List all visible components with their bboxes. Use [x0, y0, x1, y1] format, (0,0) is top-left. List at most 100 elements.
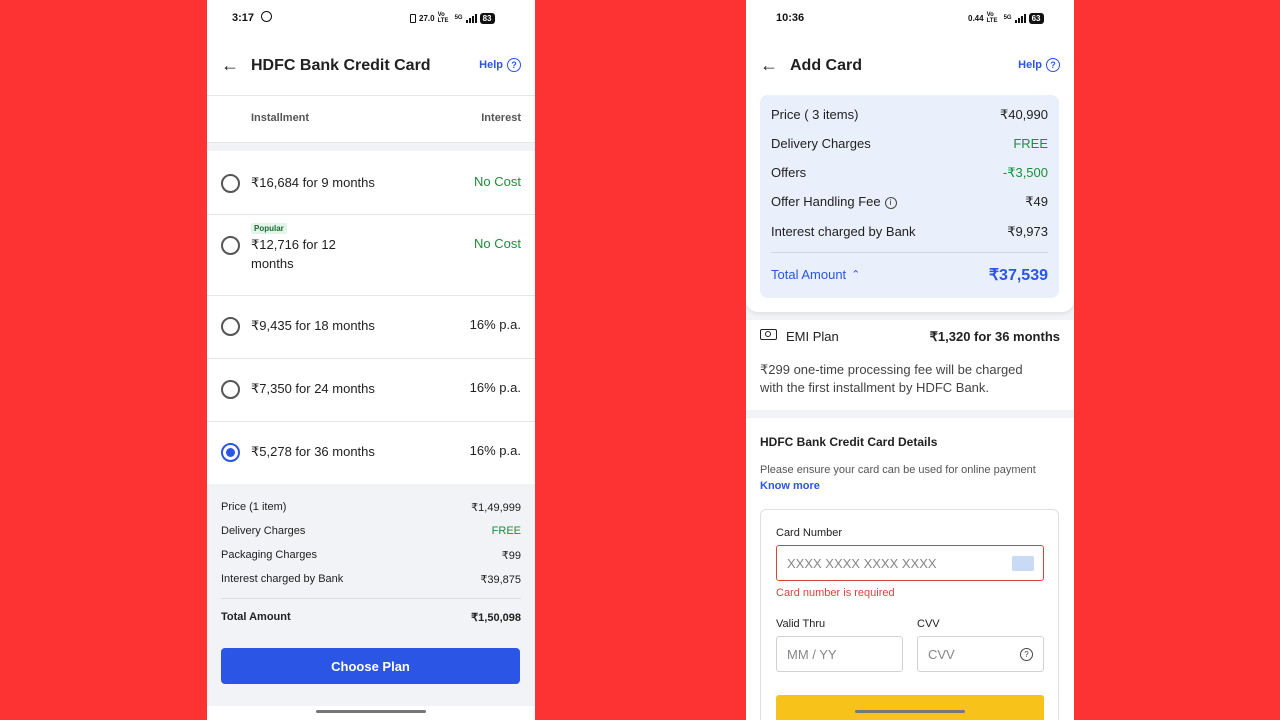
- row-value: ₹49: [1025, 194, 1048, 209]
- know-more-link[interactable]: Know more: [760, 480, 820, 492]
- row-value: ₹9,973: [1007, 224, 1048, 239]
- summary-label: Delivery Charges: [221, 525, 306, 537]
- summary-label: Price (1 item): [221, 501, 287, 513]
- back-arrow-icon[interactable]: ←: [760, 55, 778, 76]
- price-breakdown-card: Price ( 3 items) ₹40,990 Delivery Charge…: [760, 95, 1059, 298]
- summary-value: ₹99: [501, 550, 521, 562]
- summary-label: Packaging Charges: [221, 549, 318, 561]
- row-handling-fee: Offer Handling Fee i ₹49: [771, 194, 1048, 210]
- net-speed: 0.44: [968, 13, 984, 23]
- cash-icon: [760, 329, 777, 340]
- summary-row-packaging: Packaging Charges ₹99: [221, 549, 521, 562]
- spacer: [207, 143, 535, 151]
- total-value: ₹37,539: [988, 267, 1048, 284]
- radio-button[interactable]: [221, 236, 240, 255]
- valid-thru-label: Valid Thru: [776, 618, 826, 630]
- row-value: FREE: [1013, 136, 1048, 151]
- info-icon[interactable]: i: [884, 196, 897, 209]
- help-button[interactable]: Help ?: [479, 58, 521, 72]
- emi-section: EMI Plan ₹1,320 for 36 months ₹299 one-t…: [746, 320, 1074, 410]
- signal-icon: [1014, 13, 1026, 23]
- row-label: Offers: [771, 165, 807, 180]
- card-number-error: Card number is required: [776, 587, 895, 599]
- plan-label: ₹16,684 for 9 months: [251, 175, 375, 190]
- summary-row-delivery: Delivery Charges FREE: [221, 525, 521, 537]
- left-phone-screen: 3:17 27.0 Vo LTE 5G 83 ← HDFC Bank Credi…: [207, 0, 535, 720]
- price-summary: Price (1 item) ₹1,49,999 Delivery Charge…: [207, 484, 535, 706]
- cvv-input[interactable]: CVV ?: [917, 636, 1044, 672]
- help-label: Help: [1018, 59, 1042, 71]
- emi-note-line1: ₹299 one-time processing fee will be cha…: [760, 362, 1023, 377]
- row-value: -₹3,500: [1002, 165, 1048, 180]
- choose-plan-button[interactable]: Choose Plan: [221, 648, 520, 684]
- net-speed: 27.0: [419, 13, 435, 23]
- total-value: ₹1,50,098: [471, 612, 521, 624]
- card-number-label: Card Number: [776, 527, 843, 539]
- card-number-placeholder: XXXX XXXX XXXX XXXX: [787, 555, 937, 571]
- card-number-input[interactable]: XXXX XXXX XXXX XXXX: [776, 545, 1044, 581]
- home-indicator: [855, 710, 965, 713]
- plan-option-18-months[interactable]: ₹9,435 for 18 months 16% p.a.: [207, 296, 535, 358]
- emi-value: ₹1,320 for 36 months: [929, 329, 1060, 344]
- plan-interest: 16% p.a.: [469, 380, 521, 395]
- radio-button[interactable]: [221, 174, 240, 193]
- summary-value: ₹1,49,999: [471, 502, 521, 514]
- vo-lte: Vo LTE: [986, 12, 998, 24]
- divider: [207, 95, 535, 96]
- radio-button-selected[interactable]: [221, 443, 240, 462]
- interest-header: Interest: [481, 112, 521, 124]
- summary-label: Interest charged by Bank: [221, 573, 344, 585]
- plan-label: ₹5,278 for 36 months: [251, 444, 375, 459]
- row-label: Interest charged by Bank: [771, 224, 916, 239]
- radio-button[interactable]: [221, 380, 240, 399]
- row-delivery: Delivery Charges FREE: [771, 136, 1048, 151]
- help-button[interactable]: Help ?: [1018, 58, 1060, 72]
- plan-interest: No Cost: [474, 174, 521, 189]
- battery-level: 63: [1028, 12, 1044, 24]
- plan-interest: 16% p.a.: [469, 443, 521, 458]
- question-circle-icon: ?: [507, 58, 521, 72]
- row-label: Price ( 3 items): [771, 107, 859, 122]
- plan-label-line1: ₹12,716 for 12: [251, 237, 336, 252]
- row-offers: Offers -₹3,500: [771, 165, 1048, 181]
- row-label: Delivery Charges: [771, 136, 871, 151]
- divider: [221, 598, 521, 599]
- battery-level: 83: [479, 12, 495, 24]
- whatsapp-icon: [261, 11, 272, 22]
- home-indicator: [316, 710, 426, 713]
- plan-option-9-months[interactable]: ₹16,684 for 9 months No Cost: [207, 151, 535, 214]
- summary-row-price: Price (1 item) ₹1,49,999: [221, 501, 521, 514]
- radio-button[interactable]: [221, 317, 240, 336]
- status-bar: 10:36 0.44 Vo LTE 5G 63: [746, 0, 1074, 36]
- plan-option-24-months[interactable]: ₹7,350 for 24 months 16% p.a.: [207, 359, 535, 421]
- total-label: Total Amount: [221, 611, 291, 623]
- card-details-title: HDFC Bank Credit Card Details: [760, 435, 938, 449]
- status-icons: 0.44 Vo LTE 5G 63: [968, 12, 1044, 24]
- gen-label: 5G: [454, 15, 463, 21]
- plan-label: ₹9,435 for 18 months: [251, 318, 375, 333]
- question-circle-icon[interactable]: ?: [1020, 648, 1033, 661]
- right-phone-screen: 10:36 0.44 Vo LTE 5G 63 ← Add Card Help …: [746, 0, 1074, 720]
- gen-label: 5G: [1003, 15, 1012, 21]
- cta-button[interactable]: [776, 695, 1044, 720]
- vibrate-icon: [410, 13, 416, 23]
- status-icons: 27.0 Vo LTE 5G 83: [410, 12, 495, 24]
- card-form: Card Number XXXX XXXX XXXX XXXX Card num…: [760, 509, 1059, 720]
- status-time: 3:17: [232, 12, 255, 24]
- plan-option-36-months[interactable]: ₹5,278 for 36 months 16% p.a.: [207, 422, 535, 484]
- total-amount-toggle[interactable]: Total Amount ⌃: [771, 267, 860, 282]
- card-details-note: Please ensure your card can be used for …: [760, 464, 1036, 476]
- page-title: HDFC Bank Credit Card: [251, 57, 431, 74]
- summary-row-interest: Interest charged by Bank ₹39,875: [221, 573, 521, 586]
- plan-option-12-months[interactable]: Popular ₹12,716 for 12 months No Cost: [207, 215, 535, 295]
- row-label: Offer Handling Fee: [771, 194, 881, 209]
- back-arrow-icon[interactable]: ←: [221, 55, 239, 76]
- page-title: Add Card: [790, 57, 862, 74]
- summary-value: FREE: [491, 525, 521, 537]
- emi-label: EMI Plan: [786, 329, 839, 344]
- cvv-label: CVV: [917, 618, 940, 630]
- valid-thru-input[interactable]: MM / YY: [776, 636, 903, 672]
- help-label: Help: [479, 59, 503, 71]
- plan-label: ₹7,350 for 24 months: [251, 381, 375, 396]
- status-time: 10:36: [776, 12, 805, 24]
